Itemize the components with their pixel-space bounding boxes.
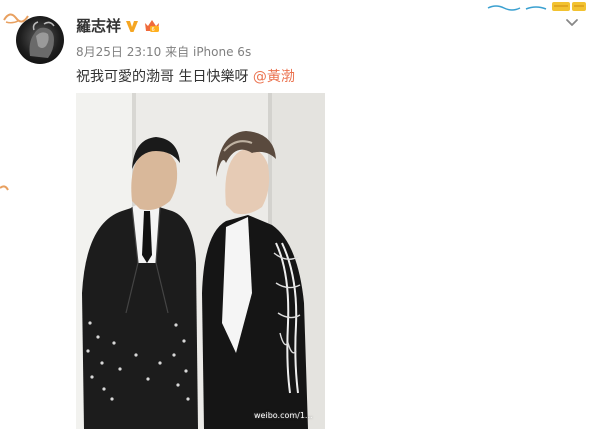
verified-v-icon: [126, 21, 138, 32]
photo-watermark: weibo.com/1...: [254, 411, 313, 420]
vip-crown-icon[interactable]: 6: [143, 17, 161, 33]
decorative-scribble-top-right: [487, 2, 586, 11]
post-meta: 8月25日 23:10 来自 iPhone 6s: [76, 44, 251, 60]
svg-text:6: 6: [152, 27, 155, 33]
source-prefix: 来自: [165, 45, 190, 59]
post-time[interactable]: 8月25日 23:10: [76, 45, 161, 59]
avatar[interactable]: [16, 16, 64, 64]
post-text: 祝我可愛的渤哥 生日快樂呀 @黃渤: [76, 68, 295, 86]
post-body: 祝我可愛的渤哥 生日快樂呀: [76, 69, 253, 85]
username[interactable]: 羅志祥: [76, 16, 121, 36]
post-device[interactable]: iPhone 6s: [193, 45, 251, 59]
decorative-scribble-left: [0, 185, 9, 191]
post-photo[interactable]: weibo.com/1...: [76, 93, 325, 429]
photo-image: [76, 93, 325, 429]
avatar-image: [29, 21, 55, 58]
chevron-down-icon[interactable]: [565, 18, 579, 28]
mention-link[interactable]: @黃渤: [253, 69, 295, 85]
